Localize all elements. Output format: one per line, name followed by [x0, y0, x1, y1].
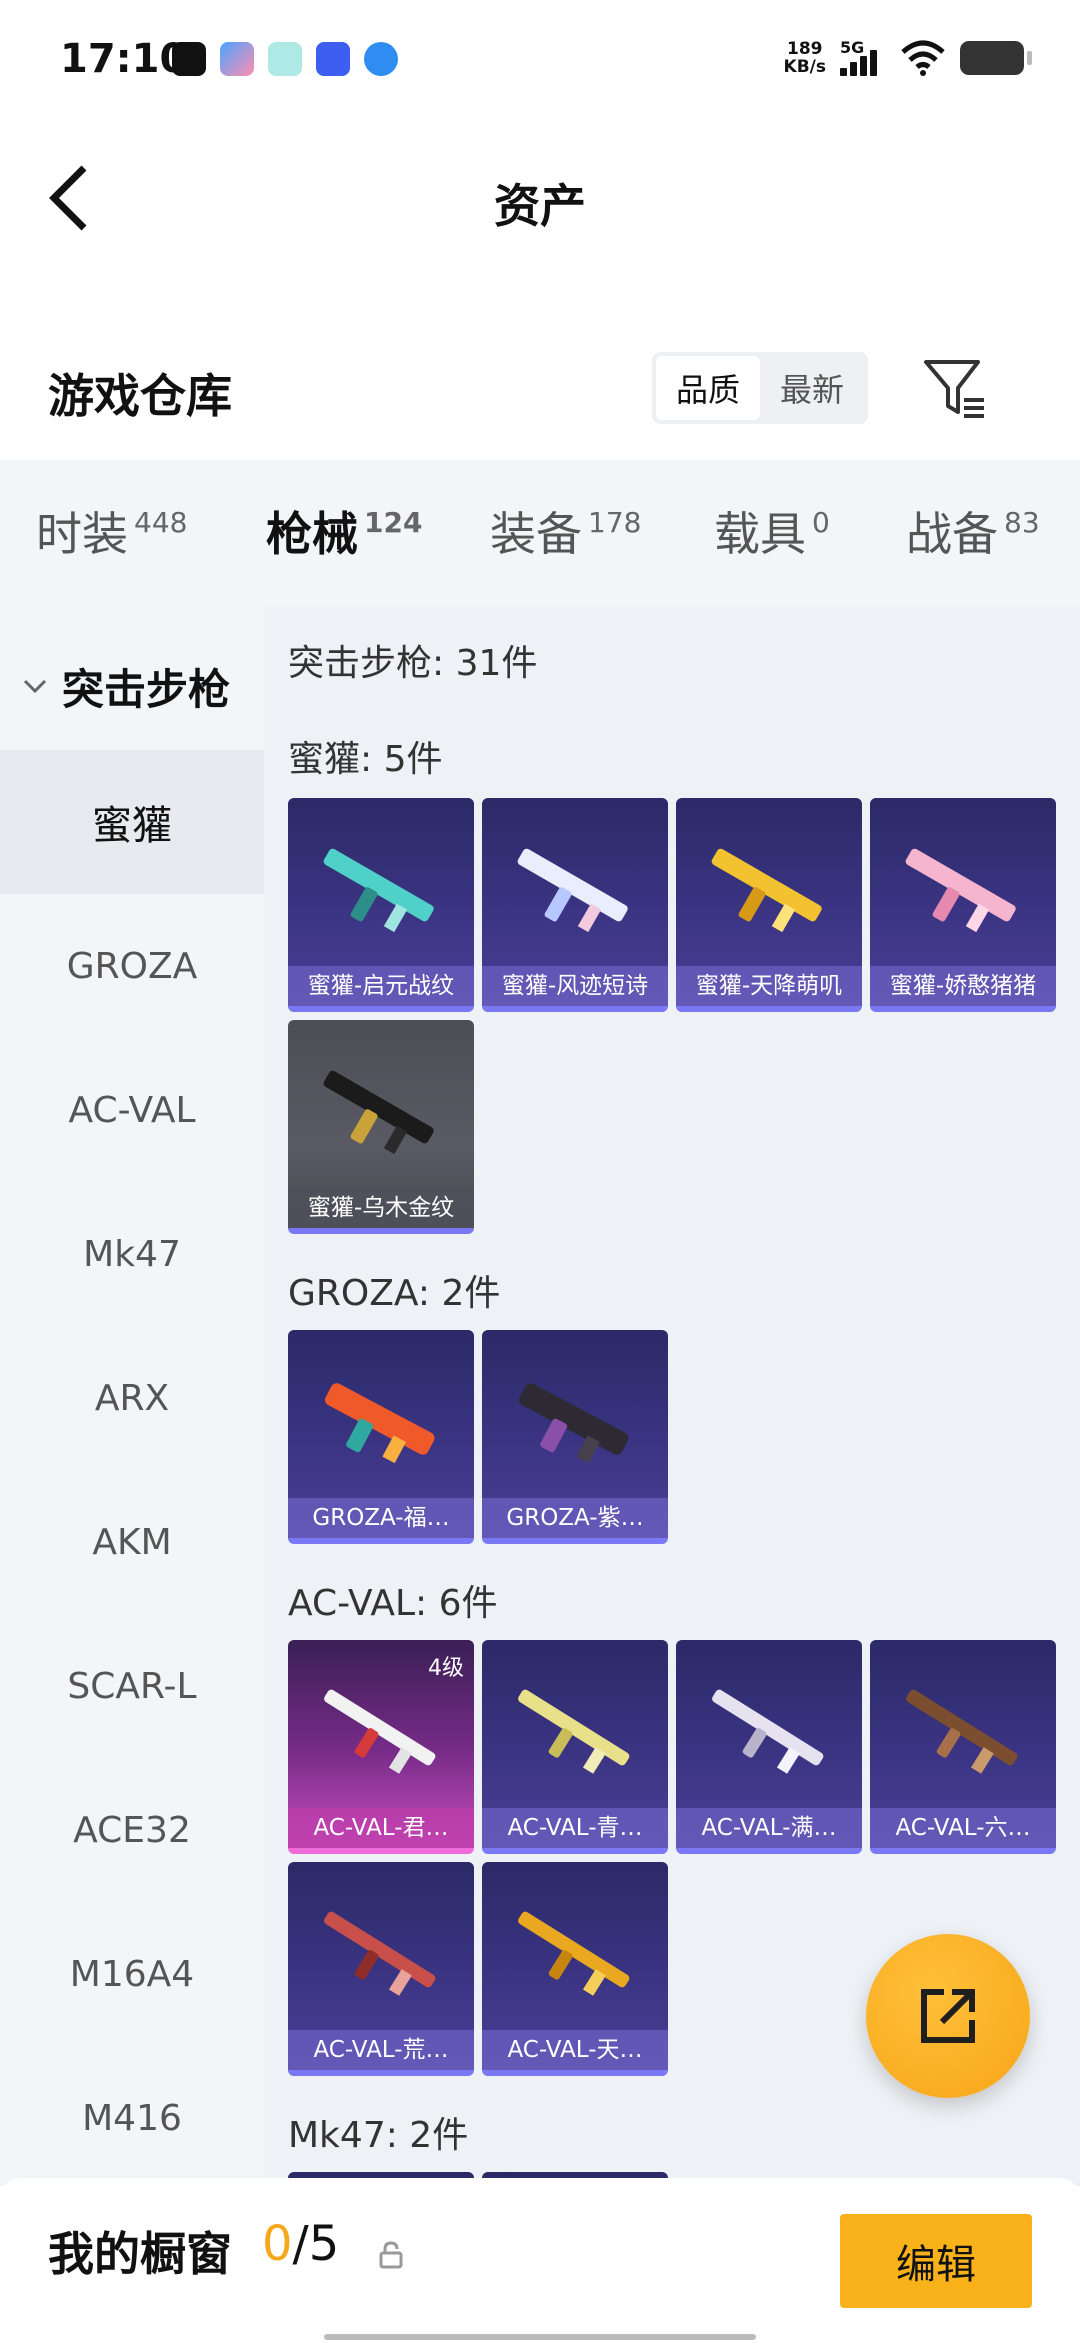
vivo-icon — [316, 42, 350, 76]
rifle-icon — [323, 1070, 434, 1155]
section-title: 蜜獾: 5件 — [288, 739, 443, 780]
skin-card[interactable]: 蜜獾-娇憨猪猪 — [870, 798, 1056, 1012]
warehouse-title: 游戏仓库 — [48, 369, 232, 423]
section-title: GROZA: 2件 — [288, 1273, 501, 1314]
rifle-icon — [905, 848, 1016, 933]
home-indicator[interactable] — [324, 2334, 756, 2340]
tab-equipment[interactable]: 装备 178 — [490, 498, 641, 564]
sidebar-item-honey-badger[interactable]: 蜜獾 — [0, 750, 264, 894]
skin-card[interactable]: AC-VAL-青… — [482, 1640, 668, 1854]
sidebar-item-mk47[interactable]: Mk47 — [0, 1182, 264, 1326]
warehouse-row: 游戏仓库 品质 最新 — [0, 330, 1080, 450]
net-speed: 189 KB/s — [783, 39, 826, 77]
sidebar-item-ac-val[interactable]: AC-VAL — [0, 1038, 264, 1182]
rifle-icon — [324, 1689, 436, 1774]
rifle-icon — [324, 1911, 436, 1996]
rifle-icon — [323, 848, 434, 933]
page-title: 资产 — [494, 179, 586, 233]
wifi-icon — [901, 40, 945, 76]
skin-card[interactable]: GROZA-福… — [288, 1330, 474, 1544]
rifle-icon — [518, 1911, 630, 1996]
skin-card[interactable]: AC-VAL-六… — [870, 1640, 1056, 1854]
skin-card[interactable]: 蜜獾-乌木金纹 — [288, 1020, 474, 1234]
section-title: AC-VAL: 6件 — [288, 1583, 498, 1624]
app-icon-teal — [268, 42, 302, 76]
sidebar-item-arx[interactable]: ARX — [0, 1326, 264, 1470]
browser-icon — [364, 42, 398, 76]
share-icon — [921, 1989, 975, 2043]
share-button[interactable] — [866, 1934, 1030, 2098]
rifle-icon — [711, 848, 822, 933]
tab-vehicles[interactable]: 载具 0 — [714, 498, 830, 564]
rifle-icon — [712, 1689, 824, 1774]
sort-quality[interactable]: 品质 — [656, 356, 760, 420]
tab-fashion[interactable]: 时装 448 — [36, 498, 187, 564]
status-bar: 17:10 189 KB/s 5G — [0, 0, 1080, 120]
tab-firearms[interactable]: 枪械 124 — [266, 498, 422, 614]
rifle-icon — [519, 1383, 629, 1464]
sidebar-item-m16a4[interactable]: M16A4 — [0, 1902, 264, 2046]
skin-card[interactable]: AC-VAL-满… — [676, 1640, 862, 1854]
tiktok-icon — [172, 42, 206, 76]
sidebar-item-groza[interactable]: GROZA — [0, 894, 264, 1038]
rifle-icon — [518, 1689, 630, 1774]
app-icon-blue — [220, 42, 254, 76]
skin-card[interactable]: AC-VAL-天… — [482, 1862, 668, 2076]
status-app-icons — [172, 42, 398, 76]
showcase-count: 0/5 — [262, 2216, 340, 2272]
lock-icon — [379, 2241, 403, 2269]
skin-card[interactable]: 蜜獾-天降萌叽 — [676, 798, 862, 1012]
sidebar-item-scar-l[interactable]: SCAR-L — [0, 1614, 264, 1758]
skin-card[interactable]: 蜜獾-风迹短诗 — [482, 798, 668, 1012]
skin-card[interactable]: 4级 AC-VAL-君… — [288, 1640, 474, 1854]
sidebar-item-ace32[interactable]: ACE32 — [0, 1758, 264, 1902]
signal-icon: 5G — [840, 38, 886, 78]
tab-combat-gear[interactable]: 战备 83 — [906, 498, 1040, 564]
filter-icon[interactable] — [920, 354, 990, 424]
rifle-icon — [517, 848, 628, 933]
showcase-label: 我的橱窗 — [48, 2227, 232, 2281]
category-tabs: 时装 448 枪械 124 装备 178 载具 0 战备 83 — [0, 460, 1080, 614]
page-header: 资产 — [0, 130, 1080, 270]
sidebar-group-assault-rifle[interactable]: 突击步枪 — [0, 636, 264, 736]
rifle-icon — [325, 1383, 435, 1464]
sidebar-item-m416[interactable]: M416 — [0, 2046, 264, 2190]
sidebar-item-akm[interactable]: AKM — [0, 1470, 264, 1614]
chevron-down-icon — [23, 679, 47, 694]
edit-button[interactable]: 编辑 — [840, 2214, 1032, 2308]
skin-card[interactable]: AC-VAL-荒… — [288, 1862, 474, 2076]
sort-toggle: 品质 最新 — [652, 352, 868, 424]
skin-card[interactable]: 蜜獾-启元战纹 — [288, 798, 474, 1012]
section-title: Mk47: 2件 — [288, 2115, 469, 2156]
rifle-icon — [906, 1689, 1018, 1774]
status-time: 17:10 — [60, 36, 188, 82]
skin-card[interactable]: GROZA-紫… — [482, 1330, 668, 1544]
showcase-bar: 我的橱窗 0/5 编辑 — [0, 2178, 1080, 2344]
battery-icon — [960, 41, 1032, 75]
sort-newest[interactable]: 最新 — [760, 356, 864, 420]
weapon-sidebar: 突击步枪 蜜獾 GROZA AC-VAL Mk47 ARX AKM SCAR-L… — [0, 606, 264, 2186]
summary-title: 突击步枪: 31件 — [288, 643, 538, 684]
